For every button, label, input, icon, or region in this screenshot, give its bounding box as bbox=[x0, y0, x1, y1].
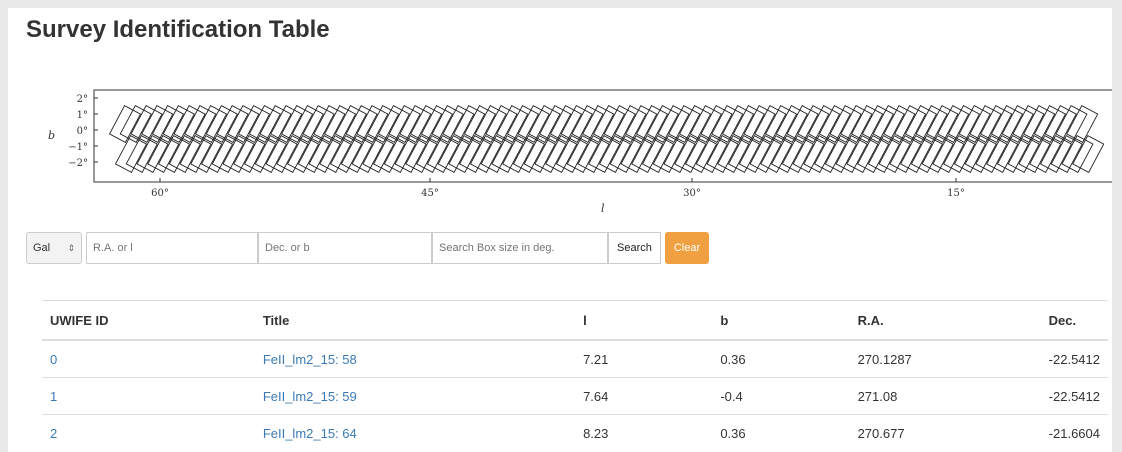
cell-id: 1 bbox=[42, 377, 255, 415]
title-link[interactable]: FeII_lm2_15: 64 bbox=[263, 426, 357, 441]
cell-b: 0.36 bbox=[712, 339, 850, 378]
cell-title: FeII_lm2_15: 64 bbox=[254, 414, 576, 451]
cell-id: 2 bbox=[42, 414, 255, 451]
col-header-b: b bbox=[712, 300, 850, 341]
x-tick-label: 15° bbox=[947, 188, 965, 199]
ra-input[interactable] bbox=[86, 232, 258, 264]
box-size-input[interactable] bbox=[432, 232, 608, 264]
cell-b: -0.4 bbox=[712, 377, 850, 415]
y-tick-label: 0° bbox=[77, 126, 88, 137]
y-tick-label: 2° bbox=[77, 94, 88, 105]
title-link[interactable]: FeII_lm2_15: 58 bbox=[263, 352, 357, 367]
cell-ra: 270.677 bbox=[849, 414, 1041, 451]
cell-dec: -22.5412 bbox=[1040, 339, 1108, 378]
coord-system-select[interactable]: Gal ⇕ bbox=[26, 232, 82, 264]
y-tick-label: −1° bbox=[68, 142, 88, 153]
x-axis-label: l bbox=[601, 202, 605, 215]
x-tick-label: 45° bbox=[421, 188, 439, 199]
cell-id: 0 bbox=[42, 339, 255, 378]
col-header-title: Title bbox=[254, 300, 576, 341]
y-tick-label: −2° bbox=[68, 158, 88, 169]
table-row: 1 FeII_lm2_15: 59 7.64 -0.4 271.08 -22.5… bbox=[42, 377, 1108, 415]
search-controls: Gal ⇕ Search Clear bbox=[26, 231, 710, 265]
col-header-id: UWIFE ID bbox=[42, 300, 255, 341]
id-link[interactable]: 1 bbox=[50, 389, 57, 404]
col-header-l: l bbox=[575, 300, 713, 341]
chevron-updown-icon: ⇕ bbox=[67, 242, 75, 253]
cell-title: FeII_lm2_15: 59 bbox=[254, 377, 576, 415]
x-tick-label: 60° bbox=[151, 188, 169, 199]
cell-l: 7.21 bbox=[575, 339, 713, 378]
cell-ra: 270.1287 bbox=[849, 339, 1041, 378]
cell-title: FeII_lm2_15: 58 bbox=[254, 339, 576, 378]
y-tick-label: 1° bbox=[77, 110, 88, 121]
search-button[interactable]: Search bbox=[608, 232, 661, 264]
x-tick-label: 30° bbox=[683, 188, 701, 199]
id-link[interactable]: 0 bbox=[50, 352, 57, 367]
dec-input[interactable] bbox=[258, 232, 432, 264]
cell-b: 0.36 bbox=[712, 414, 850, 451]
cell-dec: -21.6604 bbox=[1040, 414, 1108, 451]
coord-system-value: Gal bbox=[33, 242, 51, 254]
cell-l: 8.23 bbox=[575, 414, 713, 451]
table-row: 2 FeII_lm2_15: 64 8.23 0.36 270.677 -21.… bbox=[42, 414, 1108, 451]
cell-ra: 271.08 bbox=[849, 377, 1041, 415]
clear-button[interactable]: Clear bbox=[664, 232, 710, 264]
col-header-ra: R.A. bbox=[849, 300, 1041, 341]
table-row: 0 FeII_lm2_15: 58 7.21 0.36 270.1287 -22… bbox=[42, 339, 1108, 378]
main-content: Survey Identification Table 2° 1° 0° −1° −2°… bbox=[8, 8, 1112, 452]
col-header-dec: Dec. bbox=[1040, 300, 1108, 341]
cell-l: 7.64 bbox=[575, 377, 713, 415]
table-header-row: UWIFE ID Title l b R.A. Dec. bbox=[42, 300, 1108, 341]
survey-footprint-plot: 2° 1° 0° −1° −2° 60° 45° 30° 15° b l bbox=[48, 89, 1112, 215]
survey-table: UWIFE ID Title l b R.A. Dec. 0 FeII_lm2_… bbox=[42, 300, 1108, 451]
id-link[interactable]: 2 bbox=[50, 426, 57, 441]
page-title: Survey Identification Table bbox=[26, 16, 330, 43]
cell-dec: -22.5412 bbox=[1040, 377, 1108, 415]
y-axis-label: b bbox=[48, 129, 55, 142]
title-link[interactable]: FeII_lm2_15: 59 bbox=[263, 389, 357, 404]
